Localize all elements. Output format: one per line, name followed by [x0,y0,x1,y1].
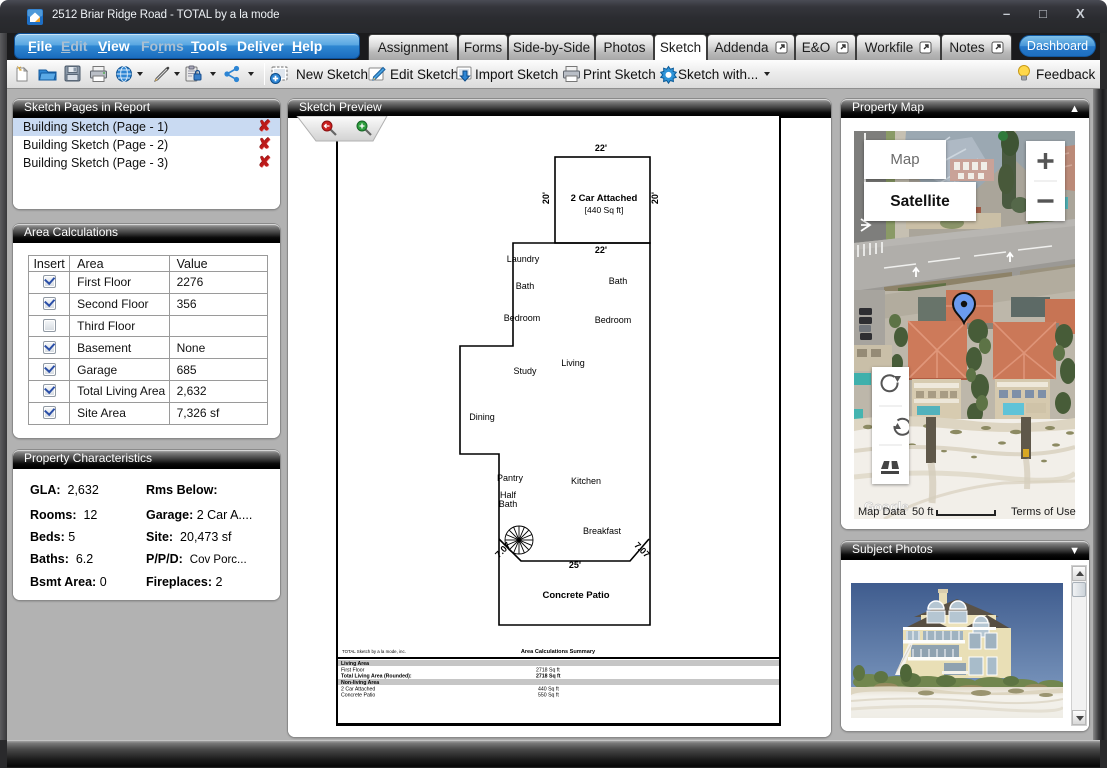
svg-text:22': 22' [595,245,607,255]
svg-text:2718 Sq ft: 2718 Sq ft [536,674,561,680]
svg-text:Bath: Bath [609,276,628,286]
svg-text:TOTAL Sketch by a la mode, inc: TOTAL Sketch by a la mode, inc. [342,649,406,654]
svg-text:Bath: Bath [516,281,535,291]
svg-text:Pantry: Pantry [497,473,524,483]
svg-text:25': 25' [569,560,581,570]
svg-text:22': 22' [595,143,607,153]
svg-text:Living: Living [561,358,585,368]
svg-text:7.07: 7.07 [632,540,651,559]
svg-text:Non-living Area: Non-living Area [341,680,379,686]
svg-text:Bedroom: Bedroom [504,313,541,323]
svg-text:Bedroom: Bedroom [595,315,632,325]
svg-text:550 Sq ft: 550 Sq ft [538,693,559,699]
svg-text:Concrete Patio: Concrete Patio [341,693,375,699]
svg-text:Total Living Area (Rounded):: Total Living Area (Rounded): [341,674,412,680]
svg-text:Concrete Patio: Concrete Patio [542,590,609,601]
svg-text:Dining: Dining [469,412,495,422]
svg-text:Breakfast: Breakfast [583,526,622,536]
svg-text:Bath: Bath [499,499,518,509]
svg-text:20': 20' [541,192,551,204]
svg-text:Living Area: Living Area [341,661,369,667]
svg-text:20': 20' [650,192,660,204]
svg-text:Kitchen: Kitchen [571,476,601,486]
svg-text:Area Calculations Summary: Area Calculations Summary [521,649,596,655]
svg-text:Laundry: Laundry [507,254,540,264]
svg-text:2 Car Attached: 2 Car Attached [571,193,638,204]
svg-text:[440 Sq ft]: [440 Sq ft] [585,205,624,215]
svg-text:7.07: 7.07 [493,540,512,559]
svg-text:Study: Study [513,366,537,376]
